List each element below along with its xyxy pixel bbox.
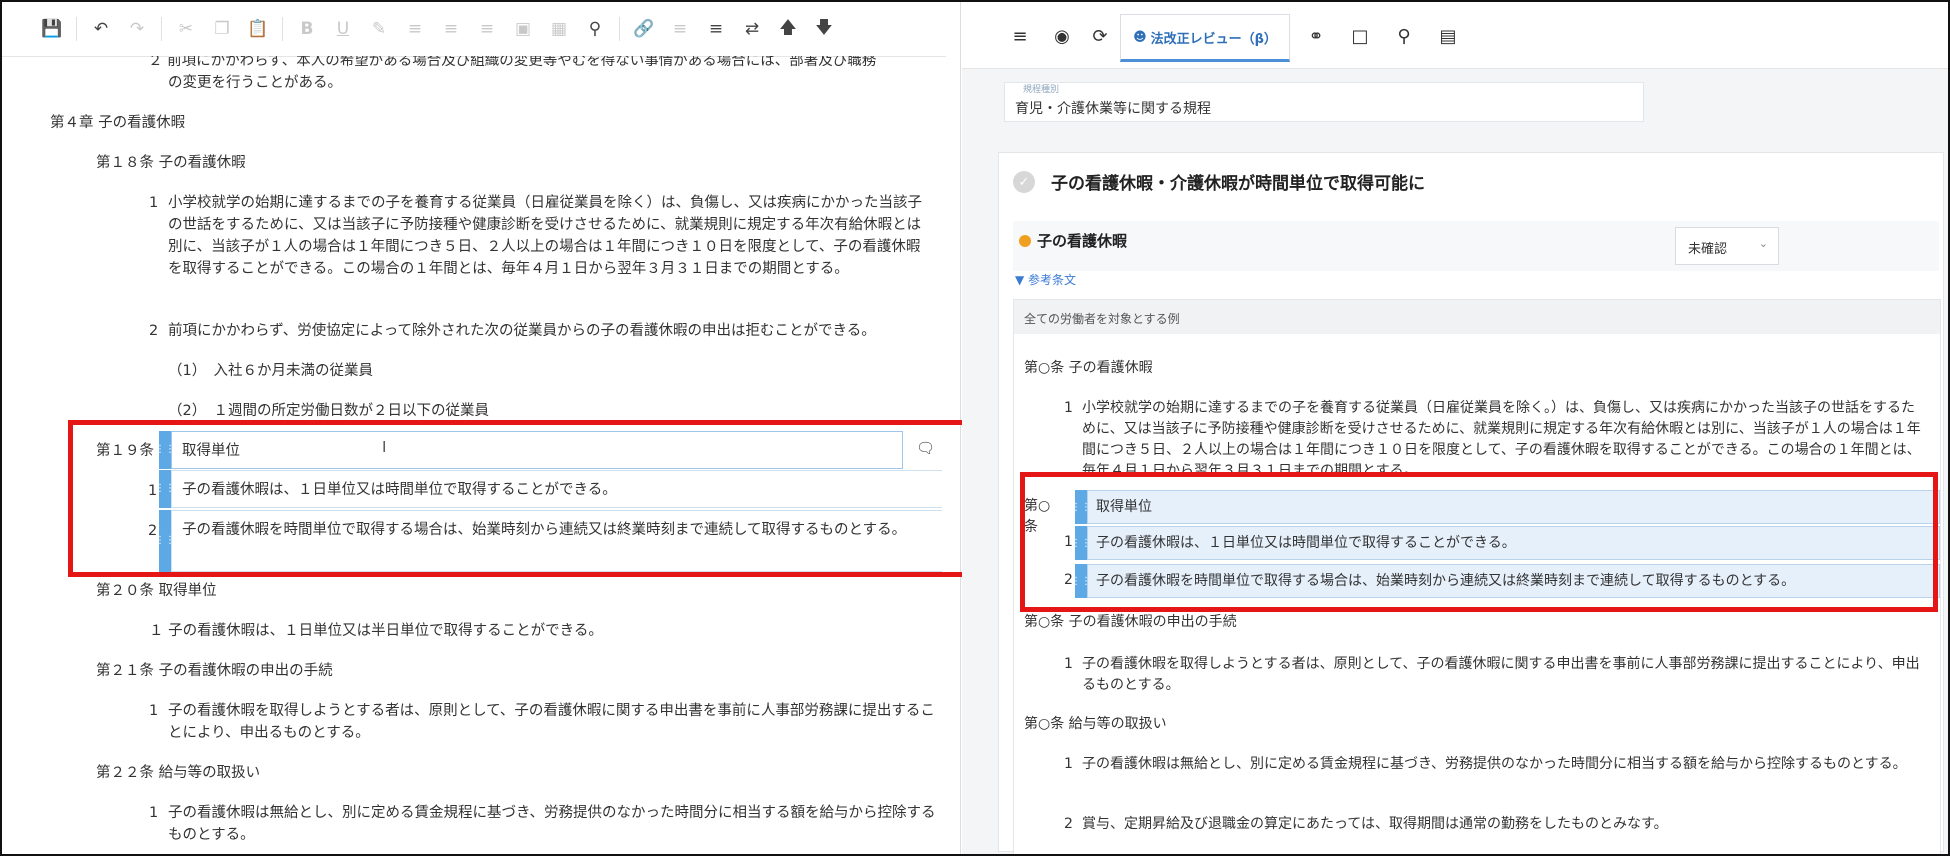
toolbar-divider <box>76 17 77 41</box>
example-article-heading: 第○条 子の看護休暇の申出の手続 <box>1024 614 1237 630</box>
reference-link[interactable]: ▼ 参考条文 <box>1015 271 1076 288</box>
regulation-type-field[interactable]: 規程種別 育児・介護休業等に関する規程 <box>1004 82 1644 122</box>
paragraph-number: 1 <box>149 805 159 821</box>
redo-icon[interactable]: ↷ <box>119 11 155 47</box>
toolbar-divider <box>619 17 620 41</box>
align-left-icon[interactable]: ≡ <box>397 11 433 47</box>
paragraph-text: 小学校就学の始期に達するまでの子を養育する従業員（日雇従業員を除く）は、負傷し、… <box>168 195 922 277</box>
example-header: 全ての労働者を対象とする例 <box>1014 300 1940 334</box>
clear-format-icon[interactable]: ≡ <box>698 11 734 47</box>
paragraph-text: 子の看護休暇を取得しようとする者は、原則として、子の看護休暇に関する申出書を事前… <box>168 703 935 741</box>
find-icon[interactable]: ⚲ <box>577 11 613 47</box>
paragraph-number: 1 <box>149 195 159 211</box>
paragraph-text: ２ 前項にかかわらず、本人の希望がある場合及び組織の変更等やむを得ない事情がある… <box>148 56 877 69</box>
paragraph-number: 1 <box>1064 400 1073 416</box>
robot-icon: ☻ <box>1133 29 1147 45</box>
example-paragraph: 子の看護休暇は無給とし、別に定める賃金規程に基づき、労務提供のなかった時間分に相… <box>1082 756 1907 772</box>
cut-icon[interactable]: ✂ <box>168 11 204 47</box>
link-icon[interactable]: 🔗 <box>626 11 662 47</box>
tab-law-review[interactable]: ☻ 法改正レビュー（β） <box>1120 14 1290 62</box>
review-item-title: 子の看護休暇 <box>1037 232 1128 250</box>
article-heading: 第２２条 給与等の取扱い <box>96 765 261 781</box>
move-up-icon[interactable]: 🡅 <box>770 11 806 47</box>
toolbar-divider <box>282 17 283 41</box>
link-icon[interactable]: ⚭ <box>1298 18 1334 54</box>
search-doc-icon[interactable]: ⚲ <box>1386 18 1422 54</box>
highlight-icon[interactable]: ✎ <box>361 11 397 47</box>
copy-icon[interactable]: ❐ <box>204 11 240 47</box>
paragraph-text: 前項にかかわらず、労使協定によって除外された次の従業員からの子の看護休暇の申出は… <box>168 323 876 339</box>
example-paragraph: 小学校就学の始期に達するまでの子を養育する従業員（日雇従業員を除く。）は、負傷し… <box>1082 400 1921 479</box>
article-heading: 第１８条 子の看護休暇 <box>96 155 246 171</box>
review-pane: ≡ ◉ ⟳ ☻ 法改正レビュー（β） ⚭ □ ⚲ ▤ 規程種別 育児・介護休業等… <box>962 2 1948 854</box>
table-icon[interactable]: ▦ <box>541 11 577 47</box>
paragraph-number: 2 <box>149 323 159 339</box>
align-center-icon[interactable]: ≡ <box>433 11 469 47</box>
example-paragraph: 子の看護休暇を取得しようとする者は、原則として、子の看護休暇に関する申出書を事前… <box>1082 656 1920 693</box>
example-paragraph: 賞与、定期昇給及び退職金の算定にあたっては、取得期間は通常の勤務をしたものとみな… <box>1082 816 1668 832</box>
paragraph-number: 1 <box>1064 756 1073 772</box>
review-toolbar: ≡ ◉ ⟳ ☻ 法改正レビュー（β） ⚭ □ ⚲ ▤ <box>962 2 1948 69</box>
paragraph-text: 子の看護休暇は無給とし、別に定める賃金規程に基づき、労務提供のなかった時間分に相… <box>168 805 936 843</box>
status-select[interactable]: 未確認 ⌄ <box>1675 227 1779 265</box>
list-item: （1） 入社６か月未満の従業員 <box>168 363 373 379</box>
compare-icon[interactable]: ▤ <box>1430 18 1466 54</box>
menu-icon[interactable]: ≡ <box>1002 18 1038 54</box>
lightbulb-icon <box>1019 235 1031 247</box>
editor-toolbar: 💾 ↶ ↷ ✂ ❐ 📋 B U ✎ ≡ ≡ ≡ ▣ ▦ ⚲ 🔗 ≡ ≡ ⇄ 🡅 … <box>2 2 960 57</box>
insert-icon[interactable]: ≡ <box>662 11 698 47</box>
toolbar-divider <box>161 17 162 41</box>
review-card-title: 子の看護休暇・介護休暇が時間単位で取得可能に <box>1051 174 1425 194</box>
image-icon[interactable]: ▣ <box>505 11 541 47</box>
highlight-callout <box>1020 472 1938 612</box>
article-heading: 第２０条 取得単位 <box>96 583 217 599</box>
save-icon[interactable]: 💾 <box>34 11 70 47</box>
paste-icon[interactable]: 📋 <box>240 11 276 47</box>
align-right-icon[interactable]: ≡ <box>469 11 505 47</box>
eye-icon[interactable]: ◉ <box>1044 18 1080 54</box>
paragraph-number: 2 <box>1064 816 1073 832</box>
history-icon[interactable]: ⟳ <box>1082 18 1118 54</box>
check-icon[interactable]: ✓ <box>1013 171 1035 193</box>
paragraph-number: 1 <box>1064 656 1073 672</box>
list-item: （2） １週間の所定労働日数が２日以下の従業員 <box>168 403 489 419</box>
paragraph-number: 1 <box>149 703 159 719</box>
comment-icon[interactable]: □ <box>1342 18 1378 54</box>
move-down-icon[interactable]: 🡇 <box>806 11 842 47</box>
paragraph-text: の変更を行うことがある。 <box>168 75 342 91</box>
example-article-heading: 第○条 給与等の取扱い <box>1024 716 1167 732</box>
bold-icon[interactable]: B <box>289 11 325 47</box>
highlight-callout <box>68 420 990 577</box>
review-item-header: 子の看護休暇 未確認 ⌄ <box>1013 221 1939 271</box>
swap-icon[interactable]: ⇄ <box>734 11 770 47</box>
undo-icon[interactable]: ↶ <box>83 11 119 47</box>
underline-icon[interactable]: U <box>325 11 361 47</box>
example-article-heading: 第○条 子の看護休暇 <box>1024 360 1153 376</box>
chapter-heading: 第４章 子の看護休暇 <box>50 115 186 131</box>
chevron-down-icon: ⌄ <box>1758 237 1768 250</box>
article-heading: 第２１条 子の看護休暇の申出の手続 <box>96 663 333 679</box>
paragraph-text: １ 子の看護休暇は、１日単位又は半日単位で取得することができる。 <box>149 623 603 639</box>
